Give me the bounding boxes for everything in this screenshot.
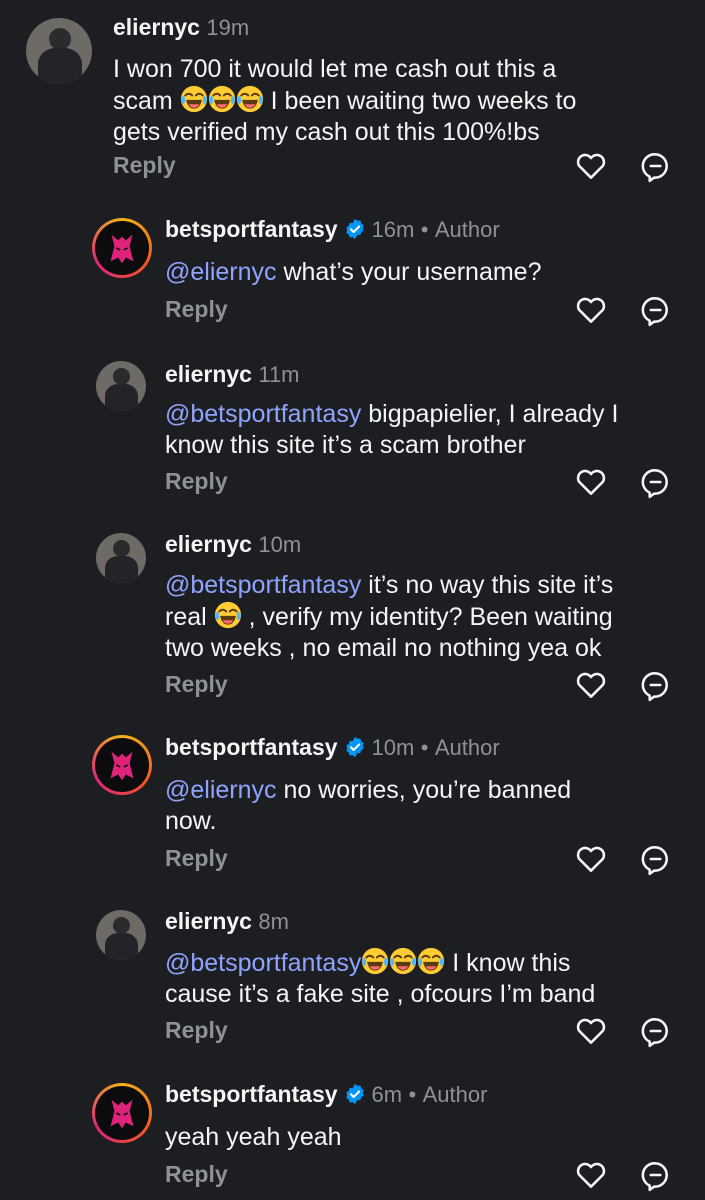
comment-text: @eliernyc what’s your username? bbox=[165, 258, 542, 286]
laughing-emoji bbox=[214, 601, 242, 629]
laughing-emoji bbox=[236, 85, 264, 113]
heart-icon[interactable] bbox=[574, 668, 608, 702]
avatar[interactable] bbox=[96, 533, 146, 583]
reply-button[interactable]: Reply bbox=[165, 296, 228, 323]
username[interactable]: betsportfantasy 10m • Author bbox=[165, 734, 500, 762]
mention-link[interactable]: @eliernyc bbox=[165, 776, 277, 804]
username[interactable]: eliernyc 11m bbox=[165, 361, 300, 388]
mention-link[interactable]: @betsportfantasy bbox=[165, 400, 361, 428]
reply-button[interactable]: Reply bbox=[113, 152, 176, 179]
mention-link[interactable]: @betsportfantasy bbox=[165, 949, 361, 977]
laughing-emoji bbox=[361, 947, 389, 975]
comment-text: @betsportfantasy bigpapielier, I already… bbox=[165, 400, 619, 459]
username[interactable]: betsportfantasy 6m • Author bbox=[165, 1081, 487, 1109]
reply-button[interactable]: Reply bbox=[165, 468, 228, 495]
heart-icon[interactable] bbox=[574, 293, 608, 327]
laughing-emoji bbox=[417, 947, 445, 975]
reply-arrow-icon[interactable] bbox=[638, 842, 672, 876]
comment-text: yeah yeah yeah bbox=[165, 1123, 342, 1151]
reply-button[interactable]: Reply bbox=[165, 1161, 228, 1188]
mention-link[interactable]: @eliernyc bbox=[165, 258, 277, 286]
heart-icon[interactable] bbox=[574, 465, 608, 499]
laughing-emoji bbox=[180, 85, 208, 113]
username[interactable]: eliernyc 10m bbox=[165, 531, 301, 558]
verified-badge-icon bbox=[344, 1083, 366, 1105]
username[interactable]: eliernyc 8m bbox=[165, 908, 289, 935]
wolf-logo-icon bbox=[103, 1094, 141, 1132]
username[interactable]: eliernyc 19m bbox=[113, 14, 249, 41]
comment-text: @betsportfantasy I know this cause it’s … bbox=[165, 947, 596, 1008]
heart-icon[interactable] bbox=[574, 1158, 608, 1192]
reply-arrow-icon[interactable] bbox=[638, 293, 672, 327]
avatar[interactable] bbox=[92, 1083, 152, 1143]
comment-text: I won 700 it would let me cash out this … bbox=[113, 55, 577, 146]
avatar[interactable] bbox=[26, 18, 92, 84]
heart-icon[interactable] bbox=[574, 842, 608, 876]
mention-link[interactable]: @betsportfantasy bbox=[165, 571, 361, 599]
laughing-emoji bbox=[389, 947, 417, 975]
heart-icon[interactable] bbox=[574, 149, 608, 183]
comment-text: @betsportfantasy it’s no way this site i… bbox=[165, 571, 614, 662]
reply-arrow-icon[interactable] bbox=[638, 1014, 672, 1048]
verified-badge-icon bbox=[344, 218, 366, 240]
reply-arrow-icon[interactable] bbox=[638, 1158, 672, 1192]
wolf-logo-icon bbox=[103, 229, 141, 267]
reply-button[interactable]: Reply bbox=[165, 1017, 228, 1044]
timestamp: 19m bbox=[206, 15, 250, 40]
heart-icon[interactable] bbox=[574, 1014, 608, 1048]
verified-badge-icon bbox=[344, 736, 366, 758]
reply-arrow-icon[interactable] bbox=[638, 149, 672, 183]
laughing-emoji bbox=[208, 85, 236, 113]
reply-button[interactable]: Reply bbox=[165, 845, 228, 872]
wolf-logo-icon bbox=[103, 746, 141, 784]
avatar[interactable] bbox=[96, 910, 146, 960]
avatar[interactable] bbox=[92, 735, 152, 795]
reply-arrow-icon[interactable] bbox=[638, 668, 672, 702]
username[interactable]: betsportfantasy 16m • Author bbox=[165, 216, 500, 244]
reply-button[interactable]: Reply bbox=[165, 671, 228, 698]
reply-arrow-icon[interactable] bbox=[638, 465, 672, 499]
avatar[interactable] bbox=[92, 218, 152, 278]
avatar[interactable] bbox=[96, 361, 146, 411]
comment-text: @eliernyc no worries, you’re banned now. bbox=[165, 776, 572, 835]
